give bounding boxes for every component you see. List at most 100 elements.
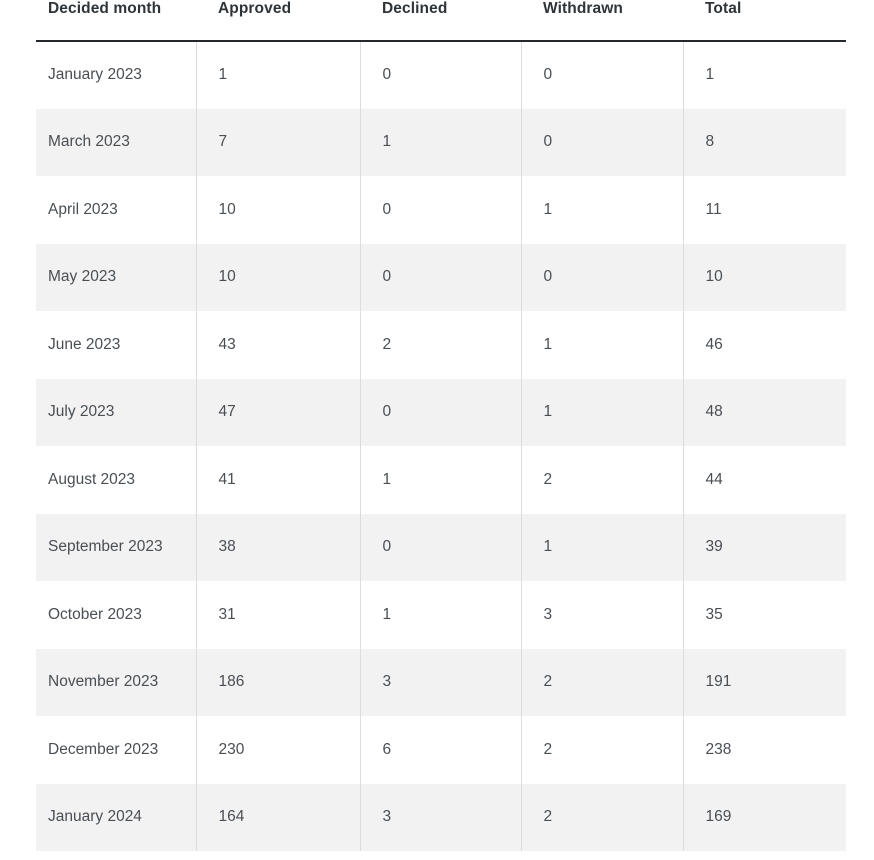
cell-month: August 2023 bbox=[36, 446, 197, 514]
column-header-withdrawn[interactable]: Withdrawn bbox=[521, 0, 683, 42]
cell-withdrawn: 2 bbox=[521, 716, 684, 784]
cell-declined: 3 bbox=[360, 783, 522, 851]
cell-approved-value: 41 bbox=[218, 470, 236, 488]
cell-withdrawn: 0 bbox=[521, 41, 684, 109]
cell-approved-value: 1 bbox=[218, 66, 228, 84]
column-header-declined[interactable]: Declined bbox=[360, 0, 521, 42]
cell-total: 46 bbox=[683, 311, 846, 379]
cell-approved-value: 10 bbox=[218, 268, 236, 286]
column-header-approved[interactable]: Approved bbox=[196, 0, 360, 42]
cell-total-value: 39 bbox=[705, 538, 723, 556]
column-header-total-label: Total bbox=[705, 0, 742, 17]
cell-withdrawn-value: 2 bbox=[543, 808, 553, 826]
cell-total: 10 bbox=[683, 244, 846, 312]
cell-month-value: January 2023 bbox=[48, 66, 142, 84]
cell-withdrawn: 1 bbox=[521, 311, 684, 379]
cell-total: 169 bbox=[683, 784, 846, 852]
cell-month: October 2023 bbox=[36, 581, 197, 649]
cell-month-value: November 2023 bbox=[48, 673, 159, 691]
cell-withdrawn: 1 bbox=[521, 513, 684, 581]
cell-approved-value: 31 bbox=[218, 605, 236, 623]
cell-approved: 186 bbox=[196, 648, 361, 716]
cell-withdrawn-value: 1 bbox=[543, 538, 553, 556]
cell-month-value: August 2023 bbox=[48, 470, 136, 488]
cell-month: November 2023 bbox=[36, 648, 197, 716]
cell-withdrawn-value: 2 bbox=[543, 470, 553, 488]
column-header-total[interactable]: Total bbox=[683, 0, 846, 42]
cell-month: March 2023 bbox=[36, 108, 197, 176]
table-row: March 2023 7 1 0 8 bbox=[36, 108, 846, 176]
table-row: June 2023 43 2 1 46 bbox=[36, 311, 846, 379]
cell-declined: 0 bbox=[360, 176, 522, 244]
cell-withdrawn: 2 bbox=[521, 446, 684, 514]
table-body: January 2023 1 0 0 1 March 2023 7 1 0 8 April 2023… bbox=[36, 41, 846, 851]
cell-total: 39 bbox=[683, 514, 846, 582]
cell-withdrawn-value: 0 bbox=[543, 66, 553, 84]
cell-total: 35 bbox=[683, 581, 846, 649]
cell-approved: 1 bbox=[196, 41, 361, 109]
cell-approved-value: 38 bbox=[218, 538, 236, 556]
column-header-decided-month[interactable]: Decided month bbox=[36, 0, 196, 42]
cell-total: 11 bbox=[683, 176, 846, 244]
cell-month: September 2023 bbox=[36, 513, 197, 581]
cell-withdrawn: 2 bbox=[521, 783, 684, 851]
cell-withdrawn: 1 bbox=[521, 176, 684, 244]
cell-declined-value: 0 bbox=[382, 403, 392, 421]
cell-approved: 10 bbox=[196, 243, 361, 311]
cell-declined: 1 bbox=[360, 581, 522, 649]
cell-month: December 2023 bbox=[36, 716, 197, 784]
cell-approved-value: 43 bbox=[218, 335, 236, 353]
cell-total: 238 bbox=[683, 716, 846, 784]
cell-approved: 43 bbox=[196, 311, 361, 379]
cell-month: June 2023 bbox=[36, 311, 197, 379]
cell-declined: 2 bbox=[360, 311, 522, 379]
cell-declined-value: 1 bbox=[382, 470, 392, 488]
table-row: August 2023 41 1 2 44 bbox=[36, 446, 846, 514]
cell-total-value: 46 bbox=[705, 335, 723, 353]
cell-declined: 3 bbox=[360, 648, 522, 716]
cell-declined-value: 1 bbox=[382, 133, 392, 151]
cell-month-value: September 2023 bbox=[48, 538, 163, 556]
cell-month-value: October 2023 bbox=[48, 605, 142, 623]
cell-withdrawn: 2 bbox=[521, 648, 684, 716]
cell-declined: 0 bbox=[360, 513, 522, 581]
column-header-approved-label: Approved bbox=[218, 0, 292, 17]
cell-total-value: 1 bbox=[705, 66, 715, 84]
cell-total: 1 bbox=[683, 41, 846, 109]
cell-withdrawn-value: 3 bbox=[543, 605, 553, 623]
cell-declined-value: 0 bbox=[382, 200, 392, 218]
cell-month: January 2023 bbox=[36, 41, 197, 109]
cell-month: May 2023 bbox=[36, 243, 197, 311]
cell-total: 44 bbox=[683, 446, 846, 514]
cell-declined-value: 3 bbox=[382, 808, 392, 826]
cell-declined-value: 0 bbox=[382, 538, 392, 556]
cell-declined-value: 0 bbox=[382, 66, 392, 84]
cell-month-value: July 2023 bbox=[48, 403, 115, 421]
cell-total-value: 238 bbox=[705, 740, 732, 758]
cell-total-value: 35 bbox=[705, 605, 723, 623]
cell-declined-value: 6 bbox=[382, 740, 392, 758]
cell-month: January 2024 bbox=[36, 783, 197, 851]
cell-month-value: January 2024 bbox=[48, 808, 142, 826]
cell-withdrawn-value: 1 bbox=[543, 335, 553, 353]
cell-approved-value: 47 bbox=[218, 403, 236, 421]
cell-withdrawn-value: 2 bbox=[543, 740, 553, 758]
cell-total-value: 8 bbox=[705, 133, 715, 151]
cell-total-value: 48 bbox=[705, 403, 723, 421]
cell-total: 191 bbox=[683, 649, 846, 717]
cell-approved: 31 bbox=[196, 581, 361, 649]
table-row: December 2023 230 6 2 238 bbox=[36, 716, 846, 784]
cell-approved: 230 bbox=[196, 716, 361, 784]
cell-total-value: 169 bbox=[705, 808, 732, 826]
column-header-declined-label: Declined bbox=[382, 0, 448, 17]
cell-approved: 47 bbox=[196, 378, 361, 446]
cell-approved-value: 186 bbox=[218, 673, 245, 691]
cell-declined-value: 3 bbox=[382, 673, 392, 691]
cell-month: July 2023 bbox=[36, 378, 197, 446]
cell-declined: 1 bbox=[360, 446, 522, 514]
table-header: Decided month Approved Declined Withdraw… bbox=[36, 0, 846, 42]
cell-withdrawn-value: 0 bbox=[543, 268, 553, 286]
cell-withdrawn-value: 1 bbox=[543, 200, 553, 218]
cell-total: 48 bbox=[683, 379, 846, 447]
cell-declined-value: 2 bbox=[382, 335, 392, 353]
